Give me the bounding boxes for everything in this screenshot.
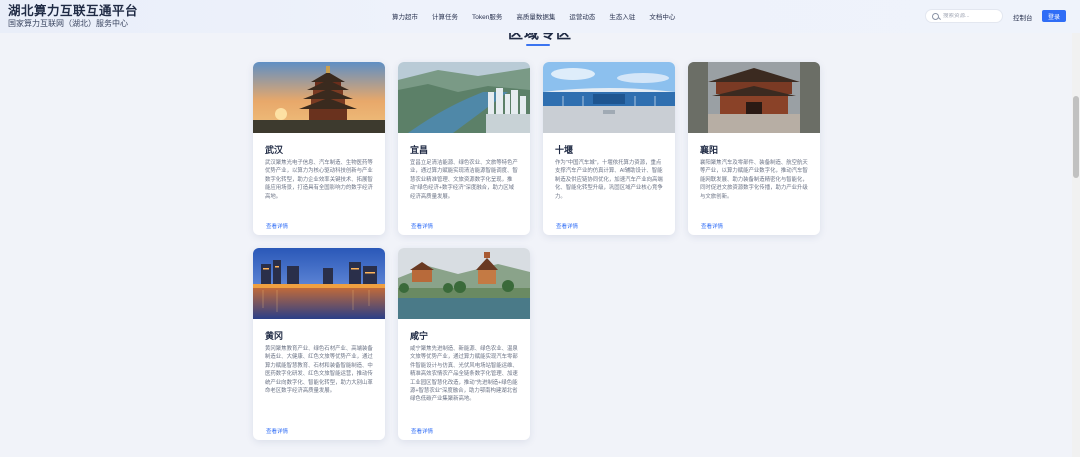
- search-input[interactable]: [943, 13, 1001, 19]
- view-details-link[interactable]: 查看详情: [266, 222, 288, 230]
- view-details-link[interactable]: 查看详情: [411, 427, 433, 435]
- nav-item-ecosystem[interactable]: 生态入驻: [609, 11, 635, 21]
- page-scrollbar-thumb[interactable]: [1073, 96, 1079, 178]
- view-details-link[interactable]: 查看详情: [411, 222, 433, 230]
- region-card-yichang[interactable]: 宜昌 宜昌立足清洁能源、绿色农业、文旅等特色产业，通过算力赋能实现清洁能源智能调…: [398, 62, 530, 235]
- card-description: 咸宁聚焦先进制造、新能源、绿色农业、温泉文旅等优势产业，通过算力赋能实现汽车零部…: [410, 346, 518, 403]
- card-description: 宜昌立足清洁能源、绿色农业、文旅等特色产业，通过算力赋能实现清洁能源智能调度、智…: [410, 160, 518, 200]
- wuhan-image: [253, 62, 385, 133]
- nav-item-compute-tasks[interactable]: 计算任务: [432, 11, 458, 21]
- main-nav: 算力超市 计算任务 Token服务 高质量数据集 运营动态 生态入驻 文档中心: [392, 11, 689, 21]
- nav-item-token-service[interactable]: Token服务: [472, 11, 502, 21]
- top-header: 湖北算力互联互通平台 国家算力互联网（湖北）服务中心 算力超市 计算任务 Tok…: [0, 0, 1080, 33]
- brand-title: 湖北算力互联互通平台: [8, 4, 139, 18]
- region-card-xianning[interactable]: 咸宁 咸宁聚焦先进制造、新能源、绿色农业、温泉文旅等优势产业，通过算力赋能实现汽…: [398, 248, 530, 440]
- nav-item-operations-news[interactable]: 运营动态: [569, 11, 595, 21]
- search-box[interactable]: [925, 9, 1003, 23]
- card-title: 咸宁: [410, 331, 429, 341]
- xiangyang-image: [688, 62, 820, 133]
- card-description: 武汉聚焦光电子信息、汽车制造、生物医药等优势产业，以算力为核心驱动科技创新与产业…: [265, 160, 373, 200]
- brand-subtitle: 国家算力互联网（湖北）服务中心: [8, 19, 128, 28]
- view-details-link[interactable]: 查看详情: [556, 222, 578, 230]
- nav-item-compute-market[interactable]: 算力超市: [392, 11, 418, 21]
- card-title: 十堰: [555, 145, 574, 155]
- console-link[interactable]: 控制台: [1013, 12, 1033, 22]
- nav-item-datasets[interactable]: 高质量数据集: [516, 11, 555, 21]
- search-icon: [932, 12, 939, 20]
- card-description: 黄冈聚焦教育产业、绿色石材产业、高端装备制造业、大健康、红色文旅等优势产业，通过…: [265, 346, 373, 395]
- card-title: 襄阳: [700, 145, 719, 155]
- card-title: 黄冈: [265, 331, 284, 341]
- login-button[interactable]: 登录: [1042, 10, 1066, 22]
- view-details-link[interactable]: 查看详情: [701, 222, 723, 230]
- section-underline: [526, 44, 550, 46]
- card-title: 武汉: [265, 145, 284, 155]
- view-details-link[interactable]: 查看详情: [266, 427, 288, 435]
- xianning-image: [398, 248, 530, 319]
- region-card-xiangyang[interactable]: 襄阳 襄阳聚焦汽车及零部件、装备制造、航空航天等产业，以算力赋能产业数字化，推动…: [688, 62, 820, 235]
- nav-item-docs[interactable]: 文档中心: [649, 11, 675, 21]
- region-card-shiyan[interactable]: 十堰 作为"中国汽车城"，十堰依托算力资源，重点支撑汽车产业的仿真计算、AI辅助…: [543, 62, 675, 235]
- brand[interactable]: 湖北算力互联互通平台 国家算力互联网（湖北）服务中心: [8, 5, 138, 29]
- card-description: 襄阳聚焦汽车及零部件、装备制造、航空航天等产业，以算力赋能产业数字化，推动汽车智…: [700, 160, 808, 200]
- card-description: 作为"中国汽车城"，十堰依托算力资源，重点支撑汽车产业的仿真计算、AI辅助设计、…: [555, 160, 663, 200]
- yichang-image: [398, 62, 530, 133]
- shiyan-image: [543, 62, 675, 133]
- region-card-huanggang[interactable]: 黄冈 黄冈聚焦教育产业、绿色石材产业、高端装备制造业、大健康、红色文旅等优势产业…: [253, 248, 385, 440]
- region-card-wuhan[interactable]: 武汉 武汉聚焦光电子信息、汽车制造、生物医药等优势产业，以算力为核心驱动科技创新…: [253, 62, 385, 235]
- card-title: 宜昌: [410, 145, 429, 155]
- huanggang-image: [253, 248, 385, 319]
